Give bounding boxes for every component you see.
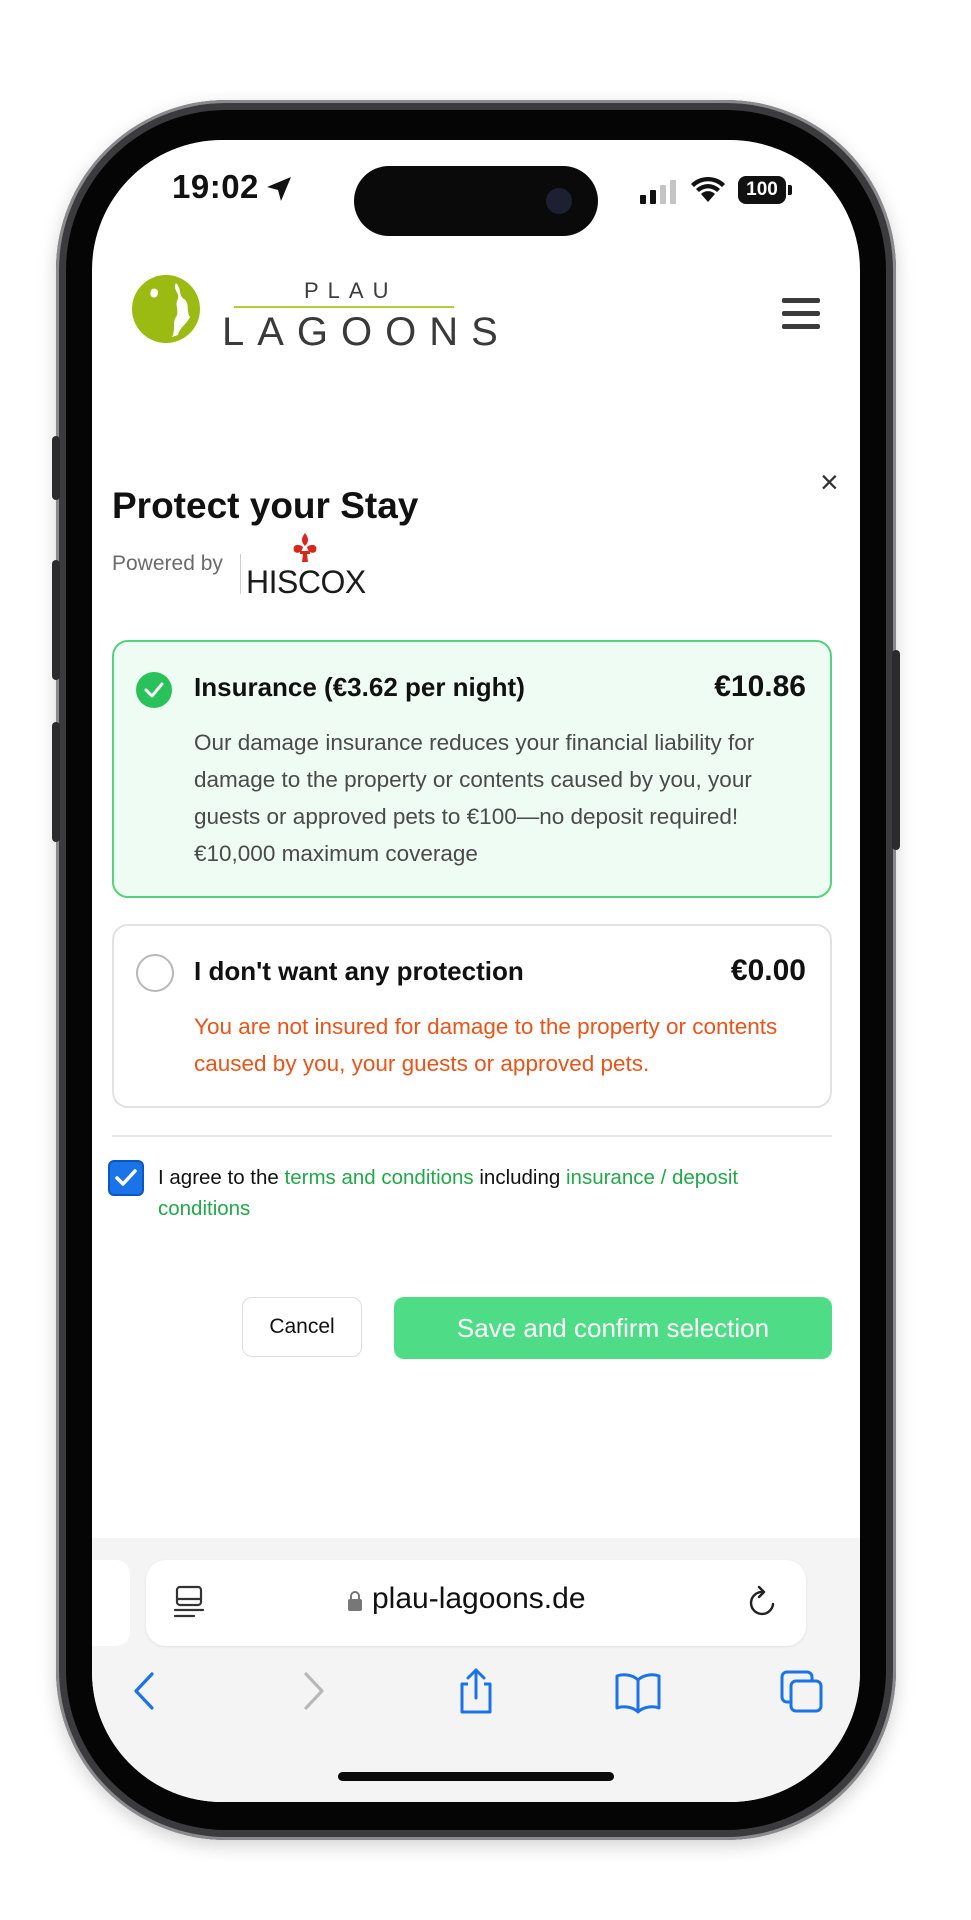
battery-icon: 100 bbox=[738, 176, 786, 204]
logo-text-bottom: LAGOONS bbox=[222, 310, 511, 354]
provider-divider bbox=[240, 554, 241, 594]
share-icon[interactable] bbox=[452, 1666, 500, 1716]
save-confirm-button[interactable]: Save and confirm selection bbox=[394, 1297, 832, 1359]
option-label: Insurance (€3.62 per night) bbox=[194, 672, 525, 702]
hiscox-fleur-icon bbox=[293, 533, 317, 562]
terms-link[interactable]: terms and conditions bbox=[285, 1166, 474, 1189]
signal-icon bbox=[640, 180, 676, 204]
tabs-icon[interactable] bbox=[778, 1666, 826, 1716]
volume-up-button bbox=[52, 560, 60, 680]
previous-tab-peek[interactable] bbox=[92, 1560, 130, 1646]
reload-icon[interactable] bbox=[746, 1584, 780, 1620]
option-no-protection[interactable]: I don't want any protection €0.00 You ar… bbox=[112, 924, 832, 1108]
checkmark-icon bbox=[115, 1169, 137, 1186]
option-warning: You are not insured for damage to the pr… bbox=[194, 1014, 778, 1076]
powered-by-label: Powered by bbox=[112, 552, 223, 575]
cancel-button[interactable]: Cancel bbox=[242, 1297, 362, 1357]
lock-icon bbox=[348, 1591, 362, 1611]
location-arrow-icon bbox=[267, 177, 291, 201]
modal-title: Protect your Stay bbox=[112, 485, 419, 526]
front-camera bbox=[546, 188, 572, 214]
option-label: I don't want any protection bbox=[194, 956, 524, 986]
checkmark-icon bbox=[144, 682, 164, 698]
status-time: 19:02 bbox=[172, 168, 259, 205]
provider-logo: HISCOX bbox=[246, 564, 366, 600]
back-icon[interactable] bbox=[122, 1666, 170, 1716]
close-icon[interactable]: × bbox=[820, 466, 839, 498]
forward-icon[interactable] bbox=[288, 1666, 336, 1716]
option-insurance[interactable]: Insurance (€3.62 per night) €10.86 Our d… bbox=[112, 640, 832, 898]
agree-text: I agree to the terms and conditions incl… bbox=[158, 1162, 808, 1224]
option-description: Our damage insurance reduces your financ… bbox=[194, 730, 755, 866]
option-price: €0.00 bbox=[730, 954, 806, 987]
radio-selected[interactable] bbox=[136, 672, 172, 708]
bookmarks-icon[interactable] bbox=[614, 1666, 662, 1716]
radio-unselected[interactable] bbox=[136, 954, 174, 992]
agree-checkbox[interactable] bbox=[108, 1160, 144, 1196]
hamburger-menu-icon[interactable] bbox=[782, 298, 820, 332]
power-button bbox=[892, 650, 900, 850]
option-price: €10.86 bbox=[714, 670, 806, 703]
home-indicator bbox=[338, 1772, 614, 1781]
battery-level: 100 bbox=[746, 179, 778, 200]
divider bbox=[112, 1135, 832, 1137]
wifi-icon bbox=[691, 176, 725, 202]
volume-down-button bbox=[52, 722, 60, 842]
agree-middle: including bbox=[479, 1166, 561, 1189]
logo-globe-icon bbox=[132, 275, 200, 343]
agree-prefix: I agree to the bbox=[158, 1166, 279, 1189]
phone-screen: 19:02 100 PLAU LAGOONS × Protect your St… bbox=[92, 140, 860, 1802]
url-text[interactable]: plau-lagoons.de bbox=[372, 1582, 586, 1616]
reader-icon[interactable] bbox=[172, 1584, 206, 1620]
battery-cap bbox=[788, 185, 792, 195]
logo-text-top: PLAU bbox=[304, 278, 398, 303]
logo-divider bbox=[234, 306, 454, 308]
action-button bbox=[52, 436, 60, 500]
